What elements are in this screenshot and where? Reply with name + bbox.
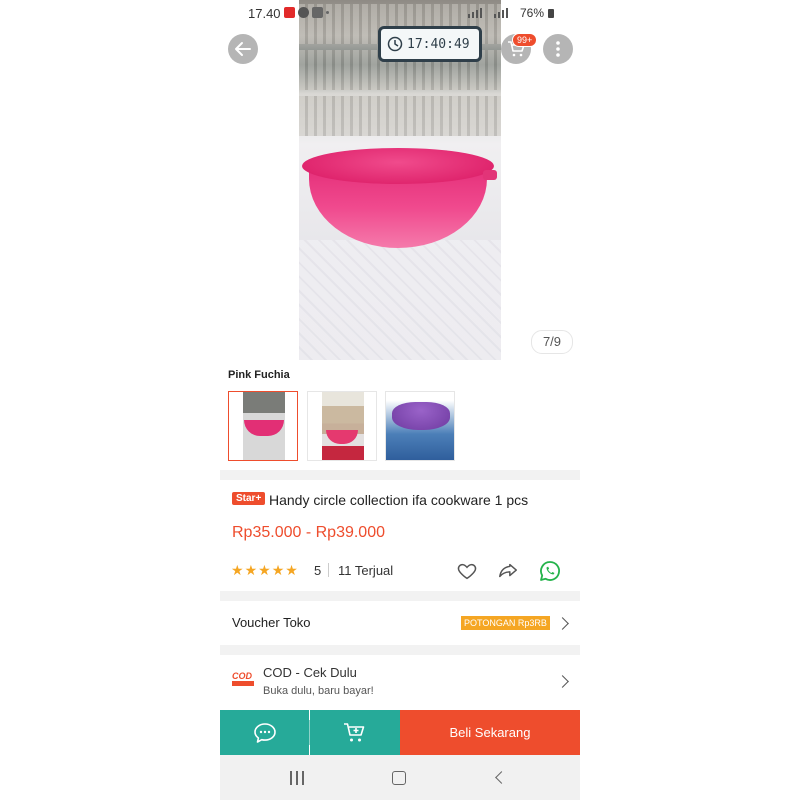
chevron-right-icon (556, 675, 569, 688)
clock-icon (387, 36, 403, 52)
product-gallery[interactable]: 17:40:49 99+ 7/9 (220, 0, 580, 360)
status-bar: 17.40 76% (220, 0, 580, 26)
product-screen: 17:40:49 99+ 7/9 17.40 76% Pink Fuchia S… (220, 0, 580, 800)
section-divider (220, 470, 580, 480)
photo-background-basket (299, 96, 501, 136)
notification-app-icon (284, 7, 295, 18)
whatsapp-share-button[interactable] (538, 559, 562, 583)
star-plus-badge: Star+ (232, 492, 266, 505)
photo-cloth (299, 240, 501, 360)
cod-logo-text: COD (232, 671, 252, 681)
thumbnail-bowl (392, 402, 450, 430)
section-divider (220, 645, 580, 655)
cod-subtitle: Buka dulu, baru bayar! (263, 685, 374, 697)
add-to-cart-icon (344, 722, 365, 741)
rating-separator (328, 563, 329, 577)
cart-count-badge: 99+ (512, 33, 538, 47)
rating-stars: ★ ★ ★ ★ ★ (231, 562, 298, 578)
image-counter: 7/9 (531, 330, 573, 354)
rating-value: 5 (314, 563, 322, 578)
recent-apps-button[interactable] (290, 771, 306, 785)
notification-icons (284, 7, 329, 18)
chevron-right-icon (556, 617, 569, 630)
arrow-left-icon (235, 42, 251, 56)
section-divider (220, 591, 580, 601)
voucher-row[interactable]: Voucher Toko POTONGAN Rp3RB (220, 601, 580, 645)
photo-bowl-lid (302, 148, 494, 184)
battery-percent: 76% (519, 6, 544, 20)
notification-chat-icon (298, 7, 309, 18)
cod-title: COD - Cek Dulu (263, 665, 357, 680)
notification-image-icon (312, 7, 323, 18)
variation-thumbnail[interactable] (307, 391, 377, 461)
battery-icon (548, 8, 554, 18)
add-to-cart-button[interactable] (310, 710, 400, 755)
heart-icon (457, 563, 477, 580)
chat-icon (253, 722, 276, 743)
home-button[interactable] (392, 771, 406, 785)
back-button[interactable] (228, 34, 258, 64)
variation-label: Pink Fuchia (228, 369, 290, 381)
star-icon: ★ (285, 562, 298, 578)
cod-row[interactable]: COD COD - Cek Dulu Buka dulu, baru bayar… (220, 655, 580, 709)
product-title: Handy circle collection ifa cookware 1 p… (269, 492, 529, 508)
voucher-label: Voucher Toko (232, 615, 311, 630)
more-options-button[interactable] (543, 34, 573, 64)
star-icon: ★ (244, 562, 258, 578)
like-button[interactable] (456, 560, 478, 582)
photo-bowl-tab (483, 170, 497, 180)
timer-overlay: 17:40:49 (378, 26, 482, 62)
system-nav-bar (220, 755, 580, 800)
status-right-icons: 76% (467, 6, 554, 20)
system-back-button[interactable] (495, 771, 508, 784)
cod-logo: COD (232, 671, 254, 689)
variation-thumbnail[interactable] (385, 391, 455, 461)
sold-count: 11 Terjual (338, 563, 394, 578)
variation-thumbnail[interactable] (228, 391, 298, 461)
cod-logo-stripe (232, 681, 254, 686)
bottom-action-bar: Beli Sekarang (220, 710, 580, 755)
timer-text: 17:40:49 (407, 36, 470, 52)
signal-icon (493, 8, 516, 18)
chat-button[interactable] (220, 710, 309, 755)
notification-more-dot (326, 11, 329, 14)
more-vertical-icon (556, 41, 560, 57)
star-icon: ★ (231, 562, 244, 578)
star-icon: ★ (258, 562, 271, 578)
buy-now-button[interactable]: Beli Sekarang (400, 710, 580, 755)
thumbnail-box (322, 446, 364, 460)
status-time: 17.40 (248, 6, 281, 21)
voucher-discount-badge: POTONGAN Rp3RB (461, 616, 550, 630)
share-button[interactable] (497, 560, 519, 582)
signal-icon (467, 8, 490, 18)
share-icon (499, 563, 517, 578)
whatsapp-icon (540, 561, 560, 581)
star-icon: ★ (271, 562, 285, 578)
product-price: Rp35.000 - Rp39.000 (232, 524, 385, 541)
